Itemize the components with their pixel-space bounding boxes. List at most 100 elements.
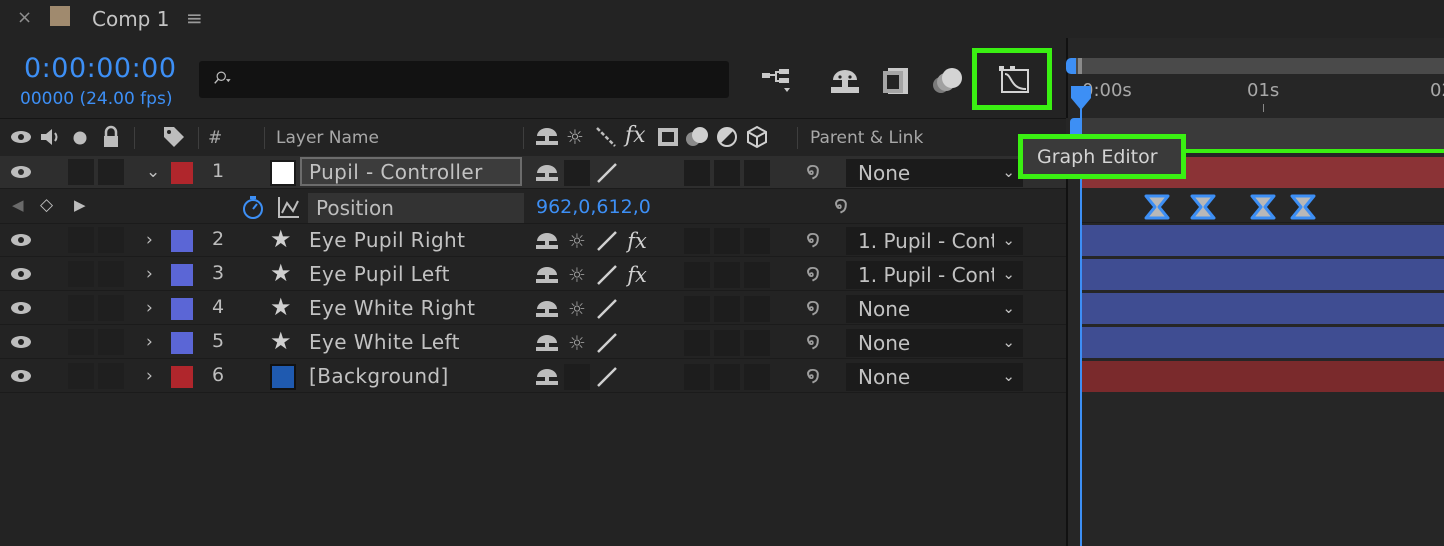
quality-switch[interactable]	[594, 160, 620, 186]
visibility-eye-icon[interactable]	[10, 232, 32, 248]
parent-dropdown[interactable]: None ⌄	[846, 329, 1023, 357]
lock-switch[interactable]	[98, 295, 124, 321]
stopwatch-icon[interactable]	[240, 194, 266, 220]
pick-whip-icon[interactable]: ໑	[806, 159, 820, 184]
twirl-right-icon[interactable]: ›	[146, 366, 153, 386]
motion-blur-switch[interactable]	[684, 228, 710, 254]
layer-bar-3[interactable]	[1082, 259, 1444, 290]
panel-menu-icon[interactable]: ≡	[186, 6, 203, 30]
quality-switch[interactable]	[594, 228, 620, 254]
parent-dropdown[interactable]: None ⌄	[846, 363, 1023, 391]
solo-switch[interactable]	[68, 363, 94, 389]
adjustment-switch[interactable]	[714, 364, 740, 390]
lock-icon[interactable]	[101, 125, 121, 149]
property-pick-whip-icon[interactable]: ໑	[834, 193, 848, 218]
previous-keyframe-icon[interactable]: ◀	[12, 196, 24, 214]
quality-switch[interactable]	[594, 296, 620, 322]
playhead-head-icon[interactable]	[1068, 84, 1094, 112]
pick-whip-icon[interactable]: ໑	[806, 295, 820, 320]
add-keyframe-icon[interactable]: ◇	[40, 195, 53, 215]
visibility-eye-icon[interactable]	[10, 164, 32, 180]
adjustment-switch[interactable]	[714, 160, 740, 186]
motion-blur-switch-icon[interactable]	[684, 125, 712, 149]
shy-switch[interactable]	[534, 262, 560, 288]
3d-switch[interactable]	[744, 262, 770, 288]
effects-switch[interactable]: fx	[624, 228, 650, 254]
collapse-switch-sun-icon[interactable]: ☼	[564, 330, 590, 356]
current-time-display[interactable]: 0:00:00:00	[24, 53, 177, 84]
shy-switch[interactable]	[534, 330, 560, 356]
solo-switch[interactable]	[68, 227, 94, 253]
video-visibility-icon[interactable]	[10, 129, 32, 145]
layer-label-color[interactable]	[171, 332, 193, 354]
visibility-eye-icon[interactable]	[10, 368, 32, 384]
pick-whip-icon[interactable]: ໑	[806, 329, 820, 354]
adjustment-switch[interactable]	[714, 296, 740, 322]
graph-toggle-icon[interactable]	[277, 195, 301, 219]
shy-switch[interactable]	[534, 228, 560, 254]
quality-icon[interactable]	[594, 125, 618, 149]
layer-bar-6[interactable]	[1082, 361, 1444, 392]
layer-label-color[interactable]	[171, 162, 193, 184]
layer-name[interactable]: [Background]	[309, 364, 449, 388]
layer-row-5[interactable]: › 5 ★ Eye White Left ☼ ໑ None ⌄	[0, 326, 1066, 359]
visibility-eye-icon[interactable]	[10, 334, 32, 350]
layer-label-color[interactable]	[171, 366, 193, 388]
lock-switch[interactable]	[98, 261, 124, 287]
layer-label-color[interactable]	[171, 230, 193, 252]
pick-whip-icon[interactable]: ໑	[806, 227, 820, 252]
collapse-switch[interactable]	[564, 160, 590, 186]
search-input[interactable]	[249, 69, 713, 89]
twirl-right-icon[interactable]: ›	[146, 332, 153, 352]
collapse-switch[interactable]	[564, 364, 590, 390]
solo-switch[interactable]	[68, 329, 94, 355]
layer-bar-2[interactable]	[1082, 225, 1444, 256]
lock-switch[interactable]	[98, 159, 124, 185]
shy-switch-icon[interactable]	[535, 125, 559, 149]
effects-switch[interactable]: fx	[624, 262, 650, 288]
adjustment-switch[interactable]	[714, 228, 740, 254]
layer-name[interactable]: Eye White Left	[309, 330, 460, 354]
motion-blur-switch[interactable]	[684, 364, 710, 390]
work-area-inner-handle[interactable]	[1078, 58, 1082, 74]
frame-blend-switch-icon[interactable]	[656, 126, 680, 148]
lock-switch[interactable]	[98, 363, 124, 389]
parent-dropdown[interactable]: None ⌄	[846, 295, 1023, 323]
keyframe-icon[interactable]	[1142, 193, 1172, 221]
layer-search-field[interactable]	[199, 61, 729, 98]
next-keyframe-icon[interactable]: ▶	[74, 196, 86, 214]
adjustment-switch[interactable]	[714, 330, 740, 356]
effects-fx-icon[interactable]: fx	[625, 123, 646, 148]
layer-bar-4[interactable]	[1082, 293, 1444, 324]
layer-number-header[interactable]: #	[208, 128, 222, 148]
visibility-eye-icon[interactable]	[10, 266, 32, 282]
solo-icon[interactable]	[72, 130, 88, 146]
motion-blur-switch[interactable]	[684, 296, 710, 322]
layer-row-1[interactable]: ⌄ 1 Pupil - Controller ໑ None ⌄	[0, 156, 1066, 189]
position-value[interactable]: 962,0,612,0	[536, 196, 651, 218]
twirl-right-icon[interactable]: ›	[146, 264, 153, 284]
timeline-area[interactable]	[1066, 38, 1444, 546]
adjustment-layer-icon[interactable]	[716, 126, 738, 148]
3d-layer-icon[interactable]	[746, 125, 768, 149]
solo-switch[interactable]	[68, 295, 94, 321]
keyframe-icon[interactable]	[1288, 193, 1318, 221]
3d-switch[interactable]	[744, 160, 770, 186]
layer-row-2[interactable]: › 2 ★ Eye Pupil Right ☼ fx ໑ 1. Pupil - …	[0, 224, 1066, 257]
motion-blur-switch[interactable]	[684, 330, 710, 356]
frame-blending-button[interactable]	[878, 62, 916, 100]
parent-dropdown[interactable]: 1. Pupil - Contr ⌄	[846, 227, 1023, 255]
layer-bar-5[interactable]	[1082, 327, 1444, 358]
twirl-right-icon[interactable]: ›	[146, 298, 153, 318]
layer-row-4[interactable]: › 4 ★ Eye White Right ☼ ໑ None ⌄	[0, 292, 1066, 325]
layer-name-header[interactable]: Layer Name	[276, 128, 379, 148]
3d-switch[interactable]	[744, 330, 770, 356]
collapse-switch-sun-icon[interactable]: ☼	[564, 262, 590, 288]
solo-switch[interactable]	[68, 159, 94, 185]
twirl-right-icon[interactable]: ›	[146, 230, 153, 250]
shy-switch[interactable]	[534, 296, 560, 322]
pick-whip-icon[interactable]: ໑	[806, 261, 820, 286]
quality-switch[interactable]	[594, 262, 620, 288]
layer-row-3[interactable]: › 3 ★ Eye Pupil Left ☼ fx ໑ 1. Pupil - C…	[0, 258, 1066, 291]
quality-switch[interactable]	[594, 364, 620, 390]
